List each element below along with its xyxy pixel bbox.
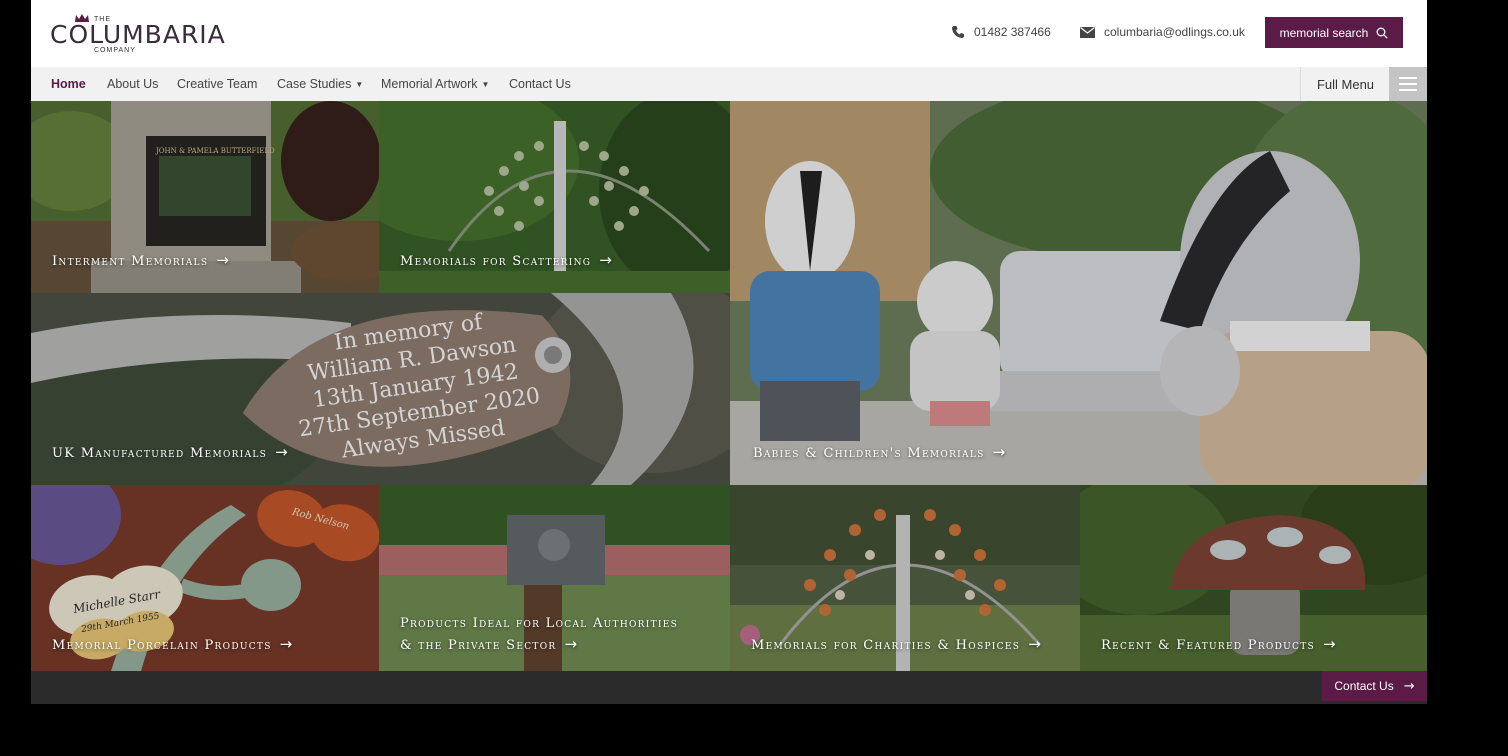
arrow-right-icon: → [564, 635, 578, 653]
logo-company: COMPANY [94, 47, 136, 54]
tile-label: Recent & Featured Products → [1101, 635, 1336, 653]
tile-label: Memorial Porcelain Products → [52, 635, 293, 653]
phone-number: 01482 387466 [974, 25, 1051, 39]
tile-products-local-authorities[interactable]: Products Ideal for Local Authorities & t… [379, 485, 730, 671]
memorial-search-button[interactable]: memorial search [1265, 17, 1403, 48]
tile-label-line-2: & the Private Sector [400, 638, 557, 653]
tile-label: Babies & Children's Memorials → [753, 443, 1006, 461]
arrow-right-icon: → [275, 443, 288, 461]
email-address: columbaria@odlings.co.uk [1104, 25, 1245, 39]
nav-item-creative-team[interactable]: Creative Team [177, 77, 257, 91]
arrow-right-icon: → [279, 635, 293, 653]
arrow-right-icon: → [599, 251, 612, 269]
contact-us-tab[interactable]: Contact Us → [1322, 671, 1427, 701]
nav-label-memorial-artwork: Memorial Artwork [381, 77, 478, 91]
tile-label: Interment Memorials → [52, 251, 229, 269]
nav-item-home[interactable]: Home [51, 77, 86, 91]
arrow-right-icon: → [1322, 635, 1336, 653]
tile-interment-memorials[interactable]: JOHN & PAMELA BUTTERFIELD Interment Memo… [31, 101, 379, 293]
magnifier-icon [1376, 27, 1389, 39]
nav-item-memorial-artwork[interactable]: Memorial Artwork ▼ [381, 77, 489, 91]
tile-uk-manufactured-memorials[interactable]: In memory of William R. Dawson 13th Janu… [31, 293, 730, 485]
full-menu-button[interactable]: Full Menu [1300, 67, 1390, 101]
tile-label: Memorials for Charities & Hospices → [751, 635, 1041, 653]
tile-memorials-charities-hospices[interactable]: Memorials for Charities & Hospices → [730, 485, 1080, 671]
nav-item-contact-us[interactable]: Contact Us [509, 77, 571, 91]
caret-down-icon: ▼ [355, 80, 364, 89]
footer-bar [31, 671, 1427, 704]
contact-us-label: Contact Us [1334, 679, 1394, 693]
arrow-right-icon: → [1028, 635, 1041, 653]
tile-label: Products Ideal for Local Authorities & t… [400, 614, 678, 656]
site-header: THE COLUMBARIA COMPANY 01482 387466 colu… [31, 0, 1427, 67]
header-phone[interactable]: 01482 387466 [951, 25, 1051, 39]
nav-label-case-studies: Case Studies [277, 77, 352, 91]
envelope-icon [1080, 26, 1095, 38]
main-nav: Home About Us Creative Team Case Studies… [31, 67, 1427, 101]
arrow-right-icon: → [992, 443, 1006, 461]
nav-item-about-us[interactable]: About Us [107, 77, 158, 91]
tile-memorial-porcelain-products[interactable]: Michelle Starr 29th March 1955 Rob Nelso… [31, 485, 379, 671]
logo-wordmark: COLUMBARIA [50, 20, 226, 49]
arrow-right-icon: → [216, 251, 229, 269]
hamburger-icon[interactable] [1389, 67, 1427, 101]
arrow-right-icon: → [1403, 678, 1415, 694]
tile-memorials-for-scattering[interactable]: Memorials for Scattering → [379, 101, 730, 293]
header-email[interactable]: columbaria@odlings.co.uk [1080, 25, 1245, 39]
tile-label: UK Manufactured Memorials → [52, 443, 288, 461]
tile-label: Memorials for Scattering → [400, 251, 612, 269]
tile-babies-childrens-memorials[interactable]: Babies & Children's Memorials → [730, 101, 1427, 485]
page: THE COLUMBARIA COMPANY 01482 387466 colu… [31, 0, 1427, 704]
tile-recent-featured-products[interactable]: Recent & Featured Products → [1080, 485, 1427, 671]
tile-label-line-1: Products Ideal for Local Authorities [400, 616, 679, 631]
memorial-search-label: memorial search [1279, 25, 1369, 40]
logo[interactable]: THE COLUMBARIA COMPANY [50, 12, 225, 56]
phone-icon [952, 26, 964, 38]
nav-item-case-studies[interactable]: Case Studies ▼ [277, 77, 363, 91]
caret-down-icon: ▼ [481, 80, 490, 89]
